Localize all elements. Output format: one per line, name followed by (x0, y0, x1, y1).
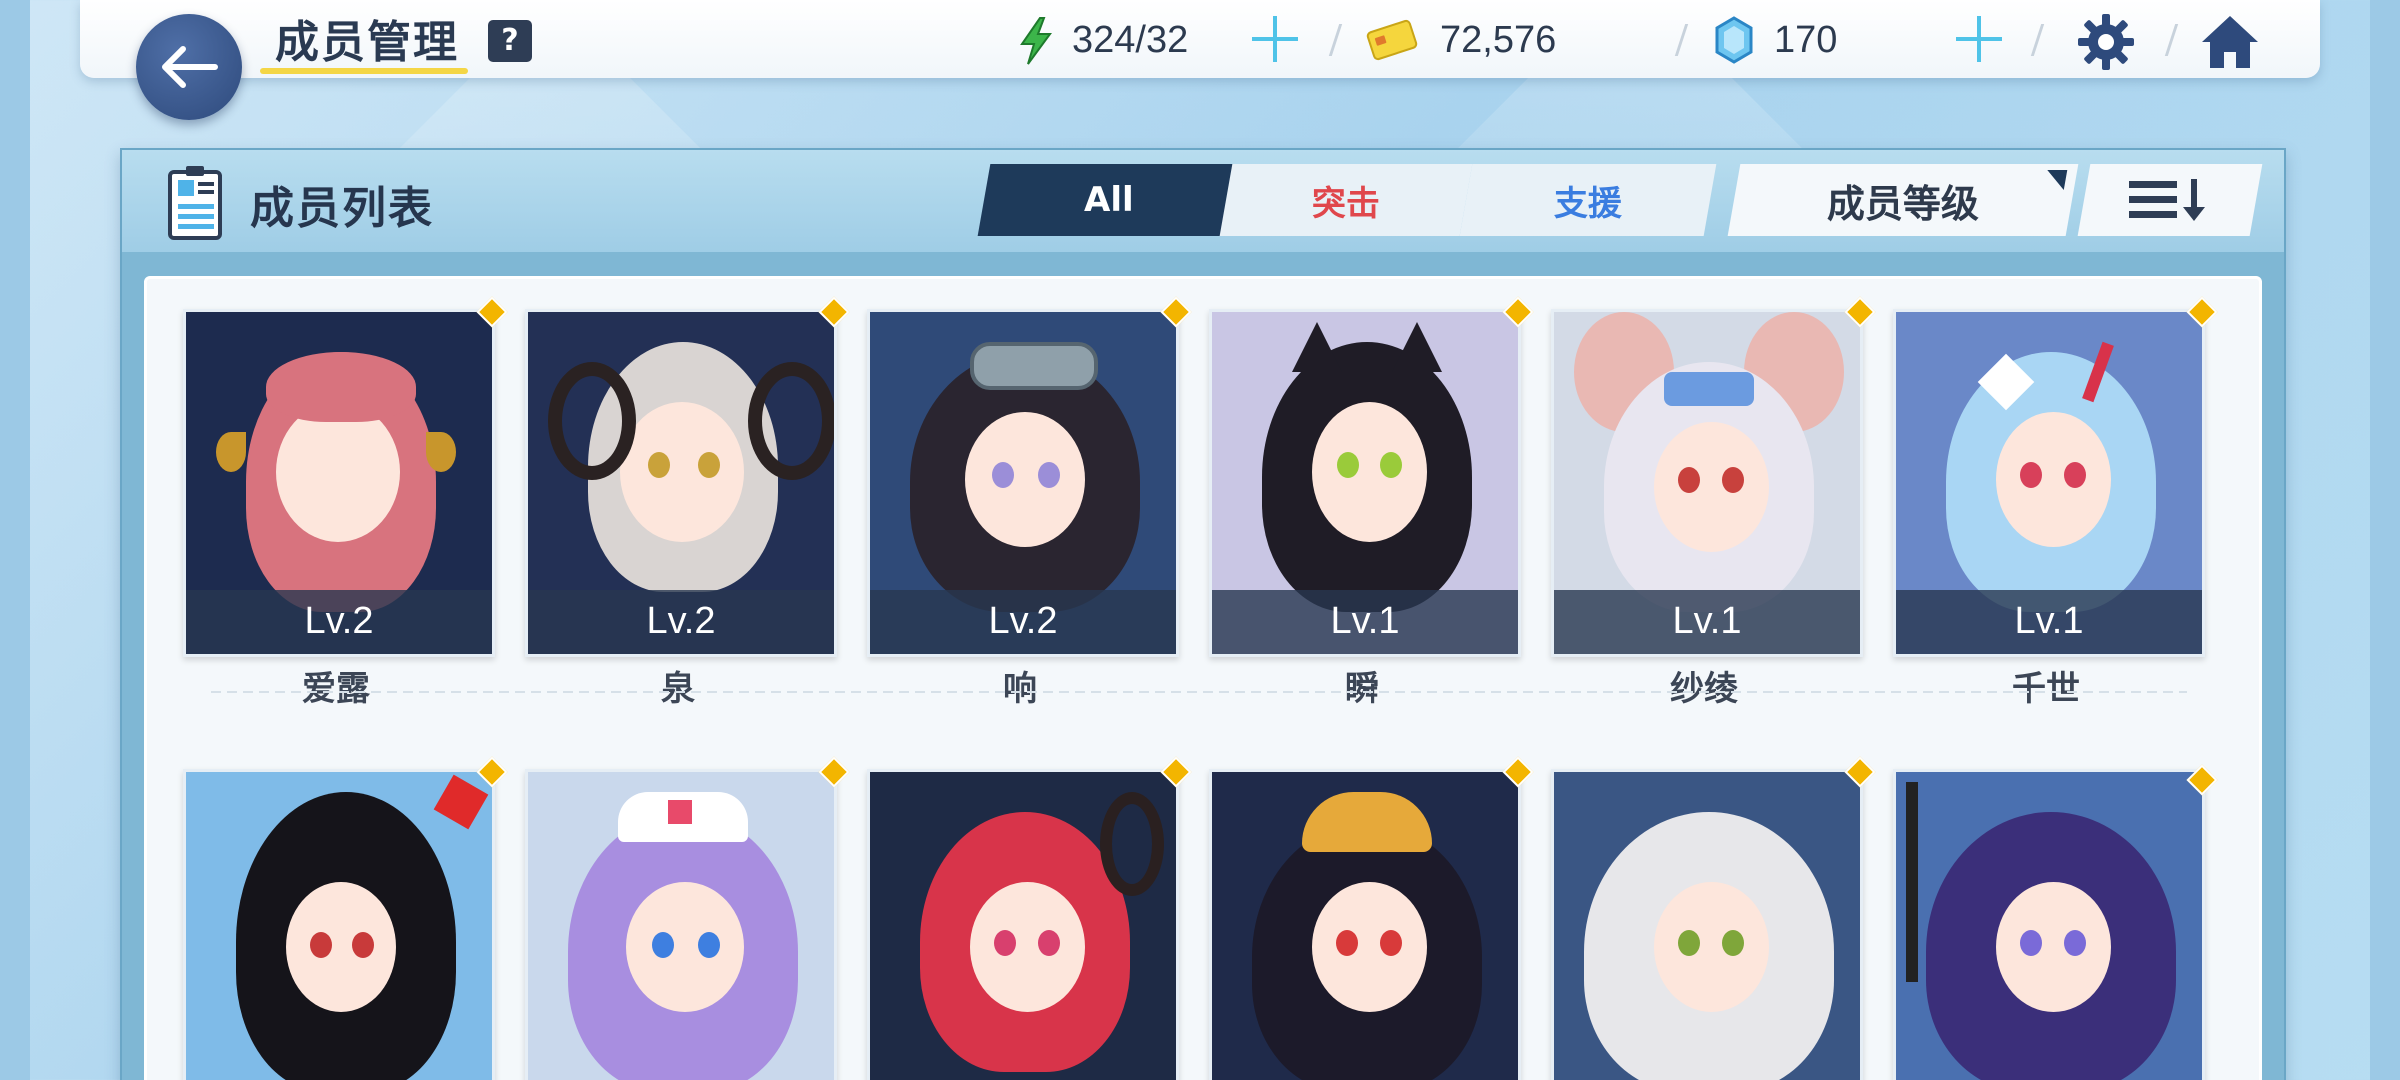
member-list-icon (168, 166, 222, 240)
member-card[interactable]: Lv.1 (1893, 309, 2205, 657)
tab-label: All (1084, 180, 1134, 220)
member-name: 纱绫 (1670, 669, 1738, 709)
left-frame (0, 0, 30, 1080)
member-portrait (186, 772, 492, 1080)
tab-striker[interactable]: 突击 (1219, 164, 1473, 236)
sort-label: 成员等级 (1826, 181, 1979, 226)
help-icon[interactable]: ? (488, 20, 532, 62)
add-stamina-button[interactable] (1250, 14, 1300, 64)
tab-support[interactable]: 支援 (1459, 164, 1717, 236)
tab-label: 支援 (1554, 183, 1622, 224)
member-portrait (1896, 772, 2202, 1080)
member-card[interactable] (525, 769, 837, 1080)
sort-select[interactable]: 成员等级 (1727, 164, 2079, 236)
stamina-value: 324/32 (1072, 18, 1189, 61)
level-label: Lv.1 (1212, 590, 1518, 654)
level-label: Lv.1 (1896, 590, 2202, 654)
panel-title: 成员列表 (250, 183, 434, 234)
stamina-display: 324/32 (1072, 12, 1188, 68)
credits-display: 72,576 (1440, 12, 1556, 68)
sort-order-button[interactable] (2077, 164, 2263, 236)
member-card[interactable] (1209, 769, 1521, 1080)
member-card[interactable]: Lv.1 (1551, 309, 1863, 657)
member-card[interactable]: Lv.2 (867, 309, 1179, 657)
tab-all[interactable]: All (977, 164, 1241, 236)
member-name: 瞬 (1345, 669, 1379, 709)
member-name: 爱露 (302, 669, 370, 709)
level-label: Lv.2 (186, 590, 492, 654)
member-card[interactable]: Lv.2 (183, 309, 495, 657)
member-list-panel: 成员列表 All 突击 支援 成员等级 Lv.2 Lv.2 Lv.2 Lv.1 … (120, 148, 2286, 1080)
back-arrow-icon (162, 46, 218, 88)
member-grid: Lv.2 Lv.2 Lv.2 Lv.1 Lv.1 Lv.1 爱露 泉 响 瞬 纱… (144, 276, 2262, 1080)
member-portrait (528, 772, 834, 1080)
member-name: 泉 (661, 669, 695, 709)
home-icon[interactable] (2198, 12, 2262, 72)
credits-value: 72,576 (1440, 18, 1557, 61)
member-portrait (1212, 772, 1518, 1080)
level-label: Lv.2 (528, 590, 834, 654)
member-name: 千世 (2012, 669, 2080, 709)
level-label: Lv.1 (1554, 590, 1860, 654)
add-gems-button[interactable] (1954, 14, 2004, 64)
page-title: 成员管理 (275, 17, 459, 68)
panel-header: 成员列表 All 突击 支援 成员等级 (122, 150, 2284, 252)
lightning-icon (1020, 17, 1052, 65)
sort-descending-icon (2129, 179, 2205, 221)
gem-icon (1715, 16, 1753, 64)
tab-label: 突击 (1312, 183, 1380, 224)
member-portrait (870, 772, 1176, 1080)
row-divider (211, 691, 2187, 693)
gems-value: 170 (1774, 18, 1838, 61)
member-card[interactable]: Lv.2 (525, 309, 837, 657)
gems-display: 170 (1774, 12, 1837, 68)
member-name: 响 (1003, 669, 1037, 709)
member-card[interactable] (1551, 769, 1863, 1080)
member-card[interactable] (183, 769, 495, 1080)
back-button[interactable] (136, 14, 242, 120)
dropdown-corner-icon (2043, 170, 2068, 190)
member-card[interactable] (1893, 769, 2205, 1080)
credit-card-icon (1366, 19, 1418, 61)
level-label: Lv.2 (870, 590, 1176, 654)
member-card[interactable] (867, 769, 1179, 1080)
gear-icon[interactable] (2076, 12, 2136, 72)
member-portrait (1554, 772, 1860, 1080)
member-card[interactable]: Lv.1 (1209, 309, 1521, 657)
right-frame (2370, 0, 2400, 1080)
title-underline (260, 68, 468, 74)
